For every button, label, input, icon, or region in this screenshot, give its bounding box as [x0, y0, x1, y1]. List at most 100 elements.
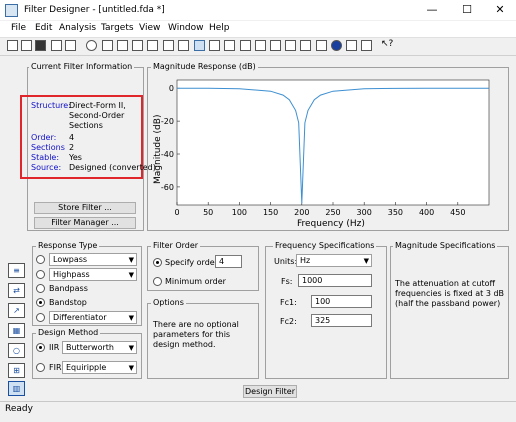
options-text: There are no optional parameters for thi…	[153, 320, 239, 349]
window-title: Filter Designer - [untitled.fda *]	[24, 5, 165, 15]
save-icon[interactable]	[35, 40, 46, 51]
minimize-button[interactable]: —	[423, 3, 441, 17]
specify-order-label: Specify order:	[165, 258, 221, 267]
step-response-icon[interactable]	[285, 40, 296, 51]
menu-targets[interactable]: Targets	[101, 23, 134, 33]
units-value: Hz	[300, 256, 311, 265]
highpass-combo[interactable]: Highpass ▼	[49, 268, 137, 281]
close-button[interactable]: ✕	[491, 3, 509, 17]
bandpass-label: Bandpass	[49, 284, 88, 293]
bandpass-radio[interactable]	[36, 284, 45, 293]
phase-response-icon[interactable]	[209, 40, 220, 51]
select-icon[interactable]	[147, 40, 158, 51]
current-filter-info-legend: Current Filter Information	[29, 62, 135, 71]
mag-phase-icon[interactable]	[224, 40, 235, 51]
minimum-order-radio[interactable]	[153, 277, 162, 286]
zoom-y-icon[interactable]	[117, 40, 128, 51]
fc1-field[interactable]: 100	[311, 295, 372, 308]
round-trip-icon[interactable]	[361, 40, 372, 51]
transform-side-icon[interactable]: ⇄	[8, 283, 25, 298]
x-tick-label: 0	[174, 208, 179, 217]
chevron-down-icon: ▼	[363, 257, 369, 265]
fir-method-combo[interactable]: Equiripple ▼	[62, 361, 137, 374]
bandstop-radio[interactable]	[36, 298, 45, 307]
differentiator-combo[interactable]: Differentiator ▼	[49, 311, 137, 324]
cost-icon[interactable]	[346, 40, 357, 51]
highpass-radio[interactable]	[36, 270, 45, 279]
new-icon[interactable]	[7, 40, 18, 51]
highpass-combo-value: Highpass	[53, 270, 90, 279]
differentiator-radio[interactable]	[36, 313, 45, 322]
bandstop-label: Bandstop	[49, 298, 87, 307]
lowpass-combo[interactable]: Lowpass ▼	[49, 253, 137, 266]
legend-icon[interactable]	[163, 40, 174, 51]
response-type-legend: Response Type	[36, 241, 100, 250]
magnitude-specs-legend: Magnitude Specifications	[393, 241, 498, 250]
specify-order-radio[interactable]	[153, 258, 162, 267]
menu-file[interactable]: File	[11, 23, 26, 33]
group-delay-icon[interactable]	[240, 40, 251, 51]
import-side-icon[interactable]: ▥	[8, 381, 25, 396]
info-sections-value: 2	[69, 143, 75, 152]
iir-radio[interactable]	[36, 343, 45, 352]
lowpass-radio[interactable]	[36, 255, 45, 264]
options-legend: Options	[151, 298, 186, 307]
fir-method-value: Equiripple	[66, 363, 107, 372]
chevron-down-icon: ▼	[128, 314, 134, 322]
zoom-x-icon[interactable]	[102, 40, 113, 51]
whats-this-icon[interactable]: ↖?	[381, 40, 393, 51]
info-icon[interactable]	[331, 40, 342, 51]
realize-side-icon[interactable]: ⊞	[8, 363, 25, 378]
chevron-down-icon: ▼	[128, 344, 134, 352]
menu-help[interactable]: Help	[209, 23, 230, 33]
app-icon	[5, 4, 18, 17]
multirate-side-icon[interactable]: ↗	[8, 303, 25, 318]
store-filter-button[interactable]: Store Filter ...	[34, 202, 136, 214]
magnitude-response-legend: Magnitude Response (dB)	[151, 62, 258, 71]
grid-icon[interactable]	[178, 40, 189, 51]
chevron-down-icon: ▼	[128, 256, 134, 264]
iir-method-value: Butterworth	[66, 343, 114, 352]
maximize-button[interactable]: ☐	[458, 3, 476, 17]
full-view-icon[interactable]	[132, 40, 143, 51]
fir-label: FIR	[49, 363, 62, 372]
pole-zero-side-icon[interactable]: ○	[8, 343, 25, 358]
iir-method-combo[interactable]: Butterworth ▼	[62, 341, 137, 354]
filter-manager-button[interactable]: Filter Manager ...	[34, 217, 136, 229]
design-method-legend: Design Method	[36, 328, 101, 337]
info-source-label: Source:	[31, 163, 62, 172]
quantize-side-icon[interactable]: ▦	[8, 323, 25, 338]
x-tick-label: 50	[203, 208, 213, 217]
info-structure-value: Direct-Form II, Second-Order Sections	[69, 101, 126, 130]
fir-radio[interactable]	[36, 363, 45, 372]
menu-analysis[interactable]: Analysis	[59, 23, 96, 33]
print-icon[interactable]	[51, 40, 62, 51]
minimum-order-label: Minimum order	[165, 277, 226, 286]
design-filter-side-icon[interactable]: ≡	[8, 263, 25, 278]
coefficients-icon[interactable]	[316, 40, 327, 51]
print-preview-icon[interactable]	[65, 40, 76, 51]
y-axis-label: Magnitude (dB)	[153, 115, 163, 184]
fc2-field[interactable]: 325	[311, 314, 372, 327]
magnitude-response-icon[interactable]	[194, 40, 205, 51]
impulse-response-icon[interactable]	[270, 40, 281, 51]
units-combo[interactable]: Hz ▼	[296, 254, 372, 267]
zoom-in-icon[interactable]	[86, 40, 97, 51]
design-filter-button[interactable]: Design Filter	[243, 385, 297, 398]
phase-delay-icon[interactable]	[255, 40, 266, 51]
y-tick-label: 0	[169, 84, 174, 93]
info-structure-label: Structure:	[31, 101, 71, 110]
pole-zero-icon[interactable]	[300, 40, 311, 51]
open-icon[interactable]	[21, 40, 32, 51]
fs-field[interactable]: 1000	[298, 274, 372, 287]
differentiator-combo-value: Differentiator	[53, 313, 107, 322]
menu-window[interactable]: Window	[168, 23, 204, 33]
chevron-down-icon: ▼	[128, 271, 134, 279]
x-axis-label: Frequency (Hz)	[297, 219, 365, 229]
order-field[interactable]: 4	[215, 255, 242, 268]
info-order-value: 4	[69, 133, 75, 142]
fc2-label: Fc2:	[280, 317, 297, 326]
fs-label: Fs:	[281, 277, 293, 286]
menu-edit[interactable]: Edit	[35, 23, 52, 33]
menu-view[interactable]: View	[139, 23, 160, 33]
